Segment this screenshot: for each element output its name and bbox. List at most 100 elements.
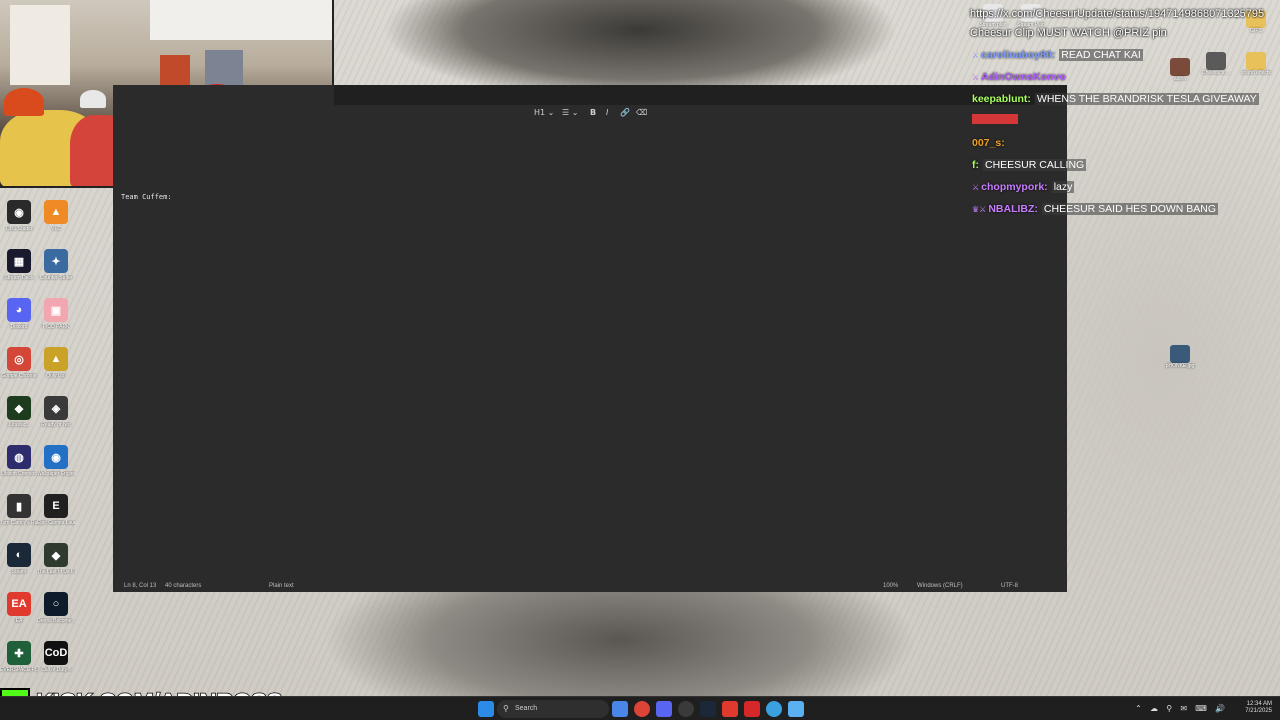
steam-icon: ◐ bbox=[7, 543, 31, 567]
taskbar-app-video[interactable] bbox=[744, 701, 760, 717]
desktop-icon[interactable]: ▦ Stream Deck bbox=[0, 249, 38, 281]
desktop-icon[interactable]: ◈ Ready or Not bbox=[37, 396, 75, 428]
clock-date: 7/21/2025 bbox=[1245, 708, 1272, 714]
taskbar: ⚲ Search ⌃ ☁ ⚲ ✉ ⌨ 🔊 12:34 AM 7/21/2025 bbox=[0, 696, 1280, 720]
clock-time: 12:34 AM bbox=[1246, 701, 1272, 707]
editor-titlebar bbox=[334, 85, 1067, 105]
chat-message: ⚔ AdinOwnsKonvo bbox=[972, 70, 1066, 85]
taskbar-search[interactable]: ⚲ Search bbox=[497, 700, 609, 718]
start-button[interactable] bbox=[478, 701, 494, 717]
jurassic-icon: ◆ bbox=[7, 396, 31, 420]
epic-icon: E bbox=[44, 494, 68, 518]
detroit-icon: ○ bbox=[44, 592, 68, 616]
desktop-icon[interactable]: CoD Call of Duty® bbox=[37, 641, 75, 673]
desktop-icon-label: Ready or Not bbox=[41, 422, 71, 428]
desktop-icon[interactable]: ◉ OBS Studio bbox=[0, 200, 38, 232]
everspace-icon: ✚ bbox=[7, 641, 31, 665]
chat-message: keepablunt: WHENS THE BRANDRISK TESLA GIV… bbox=[972, 92, 1259, 106]
encoding[interactable]: UTF-8 bbox=[1001, 581, 1018, 592]
onlyup-icon: ▲ bbox=[44, 347, 68, 371]
desktop-icon[interactable]: E Epic Games Launcher bbox=[37, 494, 75, 526]
bold-button[interactable]: B bbox=[590, 107, 596, 119]
chat-pinned-url: https://x.com/CheesurUpdate/status/19471… bbox=[970, 8, 1265, 20]
desktop-icon[interactable]: ▲ Only Up! bbox=[37, 347, 75, 379]
chat-badge-icon: ⚔ bbox=[972, 73, 980, 82]
desktop-icon[interactable]: ▮ Tom Clancy's Rainbow Six... bbox=[0, 494, 38, 526]
heading-dropdown[interactable]: H1 ⌄ bbox=[534, 107, 554, 119]
taskbar-app-discord[interactable] bbox=[656, 701, 672, 717]
desktop-icon[interactable]: ◆ Jurassic... bbox=[0, 396, 38, 428]
desktop-icon[interactable]: ◐ Steam bbox=[0, 543, 38, 575]
taskbar-app-copilot[interactable] bbox=[612, 701, 628, 717]
italic-button[interactable]: I bbox=[606, 107, 608, 119]
taskbar-app-obs[interactable] bbox=[678, 701, 694, 717]
desktop-icon-label: The Last of Us Part I bbox=[37, 569, 75, 575]
desktop-icon[interactable]: Cheesur's ... bbox=[1198, 52, 1234, 76]
streamdeck-icon: ▦ bbox=[7, 249, 31, 273]
chat-message bbox=[972, 114, 1018, 128]
chat-username[interactable]: AdinOwnsKonvo bbox=[981, 71, 1066, 83]
taskbar-app-ea[interactable] bbox=[722, 701, 738, 717]
chat-username[interactable]: keepablunt: bbox=[972, 93, 1031, 105]
chat-username[interactable]: 007_s: bbox=[972, 137, 1005, 149]
chat-badge-icon: ⚔ bbox=[972, 51, 980, 60]
chat-text: READ CHAT KAI bbox=[1059, 49, 1143, 61]
taskbar-app-steam[interactable] bbox=[700, 701, 716, 717]
zoom-level[interactable]: 100% bbox=[883, 581, 898, 592]
chat-username[interactable]: chopmypork: bbox=[981, 181, 1048, 193]
discord-icon: ◕ bbox=[7, 298, 31, 322]
desktop-icon[interactable]: ✦ Counter-Strike bbox=[37, 249, 75, 281]
wallpaper-engine-icon: ◉ bbox=[44, 445, 68, 469]
desktop-icon[interactable]: adinn bbox=[1162, 58, 1198, 82]
chat-message: f: CHEESUR CALLING bbox=[972, 158, 1087, 172]
desktop-icon[interactable]: ◍ Ubisoft Connect bbox=[0, 445, 38, 477]
desktop-icon-label: Ubisoft Connect bbox=[1, 471, 37, 477]
desktop-icon-label: pHONKE.jpg bbox=[1165, 363, 1195, 369]
chat-message: 007_s: bbox=[972, 136, 1005, 150]
desktop-icon-label: GIFS bbox=[1250, 28, 1262, 34]
desktop-icon-label: Tom Clancy's Rainbow Six... bbox=[0, 520, 38, 526]
desktop-icon[interactable]: ✚ EVERSPACE PLAYER bbox=[0, 641, 38, 673]
line-ending[interactable]: Windows (CRLF) bbox=[917, 581, 963, 592]
clear-format-button[interactable]: ⌫ bbox=[636, 107, 647, 119]
tray-icons[interactable]: ⌃ ☁ ⚲ ✉ ⌨ 🔊 bbox=[1135, 704, 1228, 713]
cs-icon: ✦ bbox=[44, 249, 68, 273]
chat-username[interactable]: f: bbox=[972, 159, 979, 171]
desktop-icon[interactable]: ▲ VLC bbox=[37, 200, 75, 232]
tlou-icon: ◆ bbox=[44, 543, 68, 567]
desktop-icon[interactable]: ◉ Wallpaper Engine bbox=[37, 445, 75, 477]
desktop-icon-label: Epic Games Launcher bbox=[37, 520, 75, 526]
clock[interactable]: 12:34 AM 7/21/2025 bbox=[1245, 701, 1272, 715]
chat-username[interactable]: carolinaboy80: bbox=[981, 49, 1055, 61]
taskbar-app-edge[interactable] bbox=[766, 701, 782, 717]
desktop-icon-label: Counter-Strike bbox=[39, 275, 73, 281]
taskbar-app-notepad[interactable] bbox=[788, 701, 804, 717]
text-format[interactable]: Plain text bbox=[269, 581, 294, 592]
ubisoft-icon: ◍ bbox=[7, 445, 31, 469]
desktop-icon[interactable]: ◎ Google Chrome bbox=[0, 347, 38, 379]
desktop-icon-label: EVERSPACE PLAYER bbox=[0, 667, 38, 673]
desktop-icon[interactable]: ◕ Discord bbox=[0, 298, 38, 330]
editor-text-area[interactable]: Team Cuffem: bbox=[121, 193, 172, 201]
desktop-icon[interactable]: sound effects bbox=[1238, 52, 1274, 76]
desktop-icon[interactable]: ◆ The Last of Us Part I bbox=[37, 543, 75, 575]
desktop-icon[interactable]: ○ Detroit Become... bbox=[37, 592, 75, 624]
chat-message: ♛⚔ NBALIBZ: CHEESUR SAID HES DOWN BANG bbox=[972, 202, 1219, 217]
desktop-icon-label: Discord bbox=[10, 324, 28, 330]
character-count: 40 characters bbox=[165, 583, 202, 589]
notepad-window: H1 ⌄ ☰ ⌄ B I 🔗 ⌫ Team Cuffem: Ln 8, Col … bbox=[113, 85, 1067, 592]
desktop-icon-label: Stream Deck bbox=[4, 275, 34, 281]
desktop-icon[interactable]: EA EA bbox=[0, 592, 38, 624]
r6-icon: ▮ bbox=[7, 494, 31, 518]
chat-username[interactable] bbox=[972, 114, 1018, 124]
chat-badge-icon: ♛⚔ bbox=[972, 205, 987, 214]
list-dropdown[interactable]: ☰ ⌄ bbox=[562, 107, 578, 119]
desktop-icon[interactable]: pHONKE.jpg bbox=[1162, 345, 1198, 369]
cursor-position[interactable]: Ln 8, Col 13 bbox=[124, 581, 156, 592]
link-button[interactable]: 🔗 bbox=[620, 107, 630, 119]
chat-username[interactable]: NBALIBZ: bbox=[988, 203, 1038, 215]
taskbar-app-chrome[interactable] bbox=[634, 701, 650, 717]
desktop-icon[interactable]: ▣ PICO PARK bbox=[37, 298, 75, 330]
ea-icon: EA bbox=[7, 592, 31, 616]
obs-icon: ◉ bbox=[7, 200, 31, 224]
